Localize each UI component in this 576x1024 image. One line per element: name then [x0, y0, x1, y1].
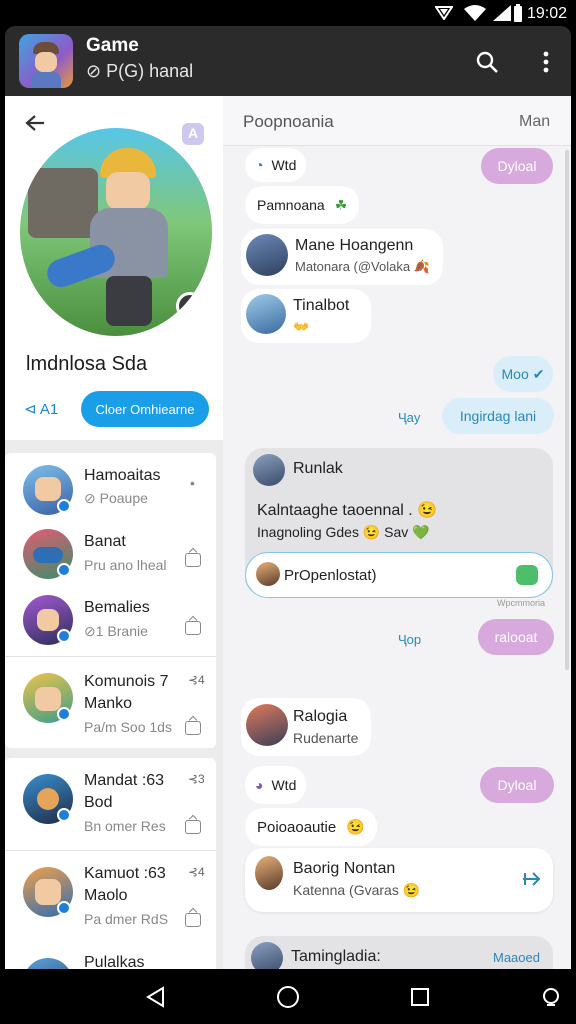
contact-group-2: Mandat :63 Bod Bn omer Res ⊰3 Kamuot :63… [5, 758, 216, 969]
profile-card: A lmdnlosa Sda ⊲ A1 Cloer Omhiearne [5, 96, 223, 440]
left-panel: A lmdnlosa Sda ⊲ A1 Cloer Omhiearne Hamo… [5, 96, 223, 969]
contact-message[interactable]: Ralogia Rudenarte [241, 698, 371, 756]
status-time: 19:02 [527, 5, 568, 22]
signal-icon [493, 5, 511, 21]
contact-name: Pulalkas [84, 954, 145, 969]
app-subtitle: ⊘ P(G) hanal [86, 61, 194, 81]
message-bubble: Poioaoautie 😉 [245, 808, 377, 846]
outgoing-message[interactable]: Ingirdag lani [442, 398, 554, 434]
profile-count: ⊲ A1 [24, 401, 59, 418]
app-title: Game [86, 35, 139, 56]
app-logo[interactable] [19, 34, 73, 88]
contact-name: Kamuot :63 [84, 865, 166, 882]
contact-sub: Pa dmer RdS [84, 911, 169, 927]
share-icon[interactable] [185, 553, 201, 567]
share-icon[interactable] [185, 913, 201, 927]
system-nav-bar [0, 969, 576, 1024]
contact-group-1: Hamoaitas ⊘ Poaupe • Banat Pru ano lheal… [5, 453, 216, 748]
message-input[interactable]: PrOpenlostat) [245, 552, 553, 598]
chat-header: Poopnoania Man [223, 96, 571, 146]
contact-name: Komunois 7 [84, 673, 169, 690]
data-icon [435, 6, 453, 20]
outgoing-pill[interactable]: Dyloal [481, 148, 553, 184]
status-bar: 19:02 [0, 0, 576, 26]
contact-name: Banat [84, 533, 126, 550]
chat-icon[interactable] [516, 565, 538, 585]
assistant-icon[interactable] [540, 987, 562, 1009]
message-bubble: Pamnoana ☘ [245, 186, 360, 224]
wifi-icon [464, 5, 486, 21]
outgoing-message[interactable]: Moo ✔ [493, 356, 553, 392]
chat-header-right[interactable]: Man [519, 113, 550, 131]
edit-icon[interactable]: A [182, 123, 204, 145]
outgoing-pill[interactable]: Dyloal [480, 767, 554, 803]
contact-name: Mandat :63 [84, 772, 165, 789]
profile-action-button[interactable]: Cloer Omhiearne [81, 391, 209, 427]
scrollbar[interactable] [565, 150, 569, 670]
nav-back-icon[interactable] [145, 986, 167, 1008]
contact-sub: Bn omer Res [84, 818, 166, 834]
contact-name-line2: Bod [84, 794, 113, 811]
contact-side: ⊰4 [188, 673, 205, 687]
timestamp: Wpcmmoria [497, 598, 546, 608]
contact-name-line2: Maolo [84, 887, 128, 904]
contact-sub: ⊘1 Branie [84, 623, 148, 639]
contact-item-1[interactable]: Banat Pru ano lheal [5, 521, 216, 589]
contact-item-3[interactable]: Komunois 7 Manko Pa/m Soo 1ds ⊰4 [5, 657, 216, 747]
contact-message[interactable]: Tamingladia: Maaoed [245, 936, 553, 969]
contact-item-6[interactable]: Pulalkas [5, 948, 216, 969]
app-bar: Game ⊘ P(G) hanal [5, 26, 571, 96]
share-icon[interactable] [185, 621, 201, 635]
contact-side: ⊰3 [188, 772, 205, 786]
share-icon[interactable] [185, 820, 201, 834]
contact-item-5[interactable]: Kamuot :63 Maolo Pa dmer RdS ⊰4 [5, 851, 216, 943]
contact-message[interactable]: Baorig Nontan Katenna (Gvaras 😉 [245, 848, 553, 912]
contact-message[interactable]: Tinalbot 👐 [241, 289, 371, 343]
nav-recents-icon[interactable] [410, 987, 430, 1007]
contact-sub: Pa/m Soo 1ds [84, 719, 172, 735]
message-small: ◔ Wtd [245, 148, 307, 182]
contact-side: ⊰4 [188, 865, 205, 879]
contact-message[interactable]: Mane Hoangenn Matonara (@Volaka 🍂 [241, 229, 443, 285]
send-icon[interactable] [521, 870, 541, 888]
nav-home-icon[interactable] [276, 985, 300, 1009]
share-icon[interactable] [185, 721, 201, 735]
chat-title: Poopnoania [243, 112, 334, 131]
contact-item-2[interactable]: Bemalies ⊘1 Branie [5, 589, 216, 657]
outgoing-pill[interactable]: ralooat [478, 619, 554, 655]
contact-sub: Pru ano lheal [84, 557, 167, 573]
profile-avatar[interactable] [20, 128, 212, 336]
profile-name: lmdnlosa Sda [26, 353, 148, 375]
more-vert-icon[interactable] [541, 50, 551, 74]
chat-panel: Poopnoania Man ◔ Wtd Dyloal Pamnoana ☘ Man… [223, 96, 571, 969]
contact-sub: ⊘ Poaupe [84, 490, 148, 506]
contact-name: Hamoaitas [84, 467, 161, 484]
contact-item-4[interactable]: Mandat :63 Bod Bn omer Res ⊰3 [5, 758, 216, 850]
message-meta: Ҷop [398, 632, 422, 647]
message-small: ◕ Wtd [245, 766, 307, 804]
contact-name-line2: Manko [84, 695, 133, 712]
message-meta: Ҷay [398, 410, 421, 425]
search-icon[interactable] [475, 50, 499, 74]
back-arrow-icon[interactable] [25, 114, 45, 132]
battery-icon [514, 4, 522, 22]
contact-side: • [190, 475, 195, 491]
contact-name: Bemalies [84, 599, 150, 616]
